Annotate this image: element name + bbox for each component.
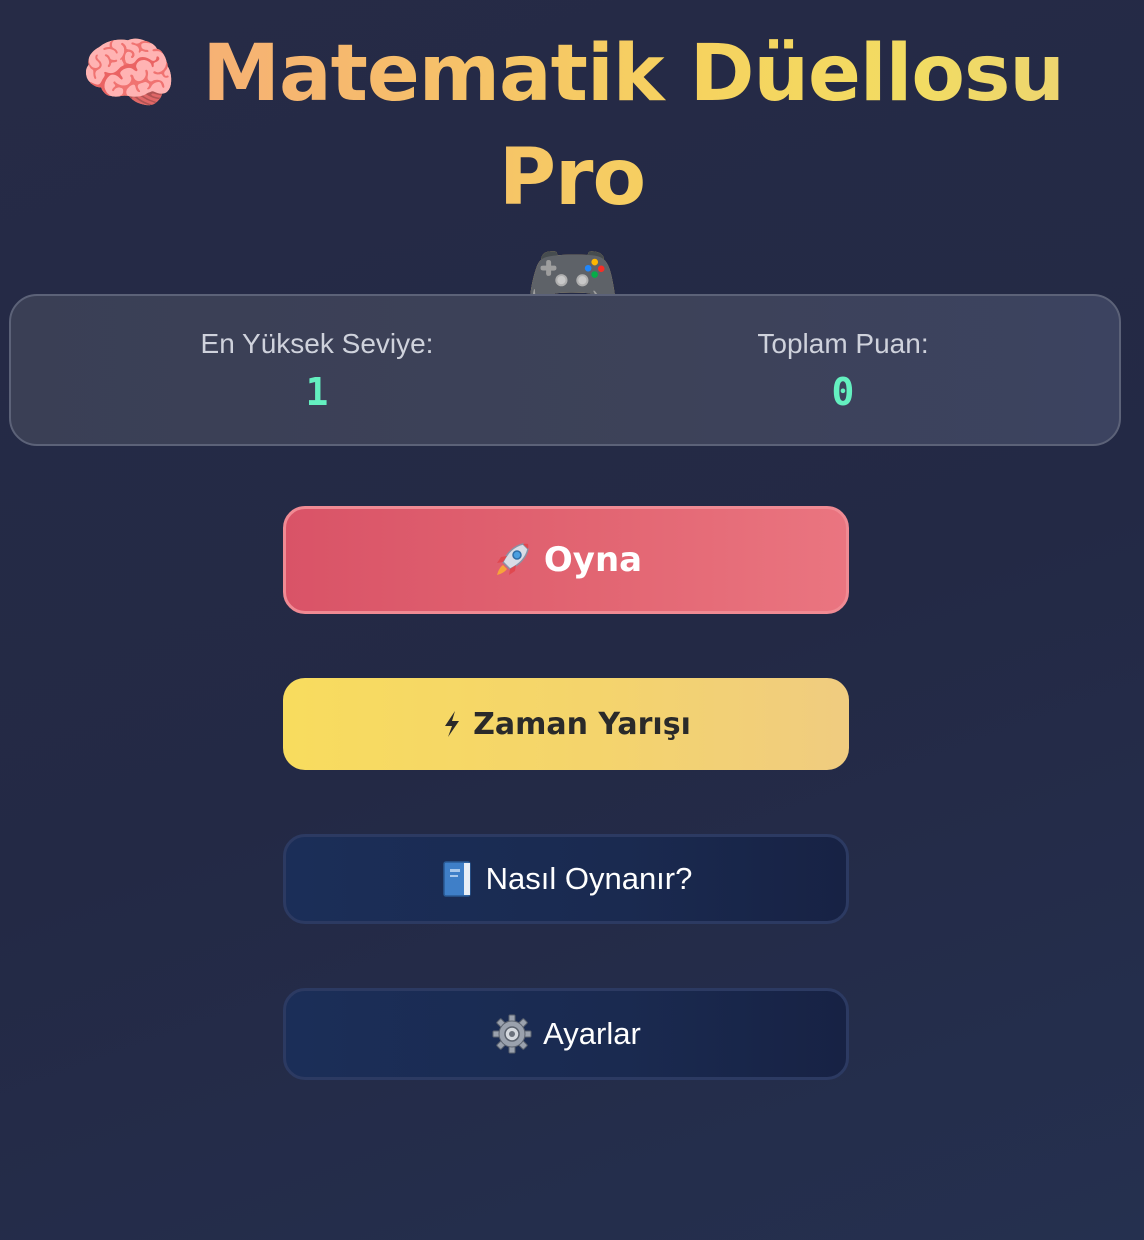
how-to-play-button-label: Nasıl Oynanır? — [485, 861, 693, 896]
page-title: 🧠 Matematik Düellosu Pro 🎮 — [0, 22, 1144, 334]
highest-level-value: 1 — [305, 370, 329, 414]
stats-panel: En Yüksek Seviye: 1 Toplam Puan: 0 — [9, 294, 1121, 446]
play-button[interactable]: Oyna — [283, 506, 849, 614]
stat-highest-level: En Yüksek Seviye: 1 — [117, 324, 517, 418]
lightning-icon — [441, 709, 463, 739]
page-title-text: Matematik Düellosu Pro — [202, 29, 1064, 223]
time-race-button[interactable]: Zaman Yarışı — [283, 678, 849, 770]
total-score-value: 0 — [831, 370, 855, 414]
total-score-label: Toplam Puan: — [757, 328, 929, 359]
book-icon — [440, 859, 476, 899]
time-race-button-label: Zaman Yarışı — [473, 706, 691, 742]
rocket-icon — [490, 538, 534, 582]
settings-button-label: Ayarlar — [543, 1016, 641, 1051]
stat-total-score: Toplam Puan: 0 — [643, 324, 1043, 418]
settings-button[interactable]: Ayarlar — [283, 988, 849, 1080]
gear-icon — [491, 1013, 533, 1055]
highest-level-label: En Yüksek Seviye: — [200, 328, 434, 359]
play-button-label: Oyna — [543, 540, 643, 580]
how-to-play-button[interactable]: Nasıl Oynanır? — [283, 834, 849, 924]
brain-icon: 🧠 — [80, 29, 177, 119]
